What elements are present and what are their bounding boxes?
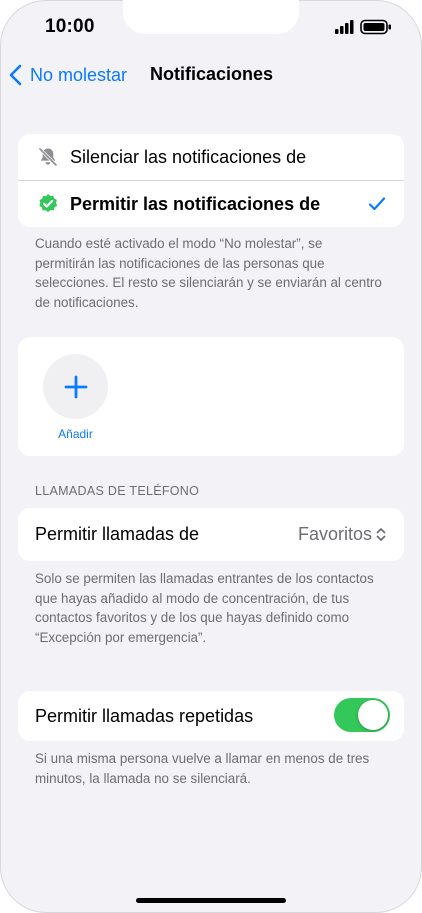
checkmark-icon — [368, 197, 386, 211]
phone-screen: 10:00 No molestar Notificaciones Silenci… — [0, 0, 422, 913]
status-time: 10:00 — [45, 16, 95, 37]
add-button-label: Añadir — [58, 427, 93, 441]
add-people-group: Añadir — [18, 337, 404, 456]
notch — [123, 0, 299, 34]
notifications-footnote: Cuando esté activado el modo “No molesta… — [35, 236, 382, 310]
cellular-signal-icon — [335, 20, 354, 34]
option-silence-notifications[interactable]: Silenciar las notificaciones de — [18, 134, 404, 180]
green-checkmark-seal-icon — [39, 194, 58, 212]
allow-calls-from-value: Favoritos — [297, 524, 372, 544]
option-allow-label: Permitir las notificaciones de — [70, 193, 321, 214]
calls-footnote: Solo se permiten las llamadas entrantes … — [35, 571, 374, 645]
repeated-calls-footnote: Si una misma persona vuelve a llamar en … — [35, 751, 370, 786]
plus-icon — [64, 375, 87, 398]
toggle-knob — [358, 700, 388, 730]
chevron-left-icon — [9, 64, 22, 86]
home-indicator[interactable] — [136, 898, 286, 903]
repeated-calls-toggle[interactable] — [334, 698, 390, 732]
option-silence-label: Silenciar las notificaciones de — [70, 146, 307, 167]
allow-calls-from-row[interactable]: Permitir llamadas de Favoritos — [18, 508, 404, 561]
status-icons — [335, 19, 395, 35]
allow-calls-from-label: Permitir llamadas de — [35, 524, 200, 544]
page-title: Notificaciones — [150, 64, 274, 84]
allow-calls-from-group: Permitir llamadas de Favoritos — [18, 508, 404, 561]
back-button[interactable]: No molestar — [8, 62, 127, 88]
calls-section-header: LLAMADAS DE TELÉFONO — [35, 484, 200, 498]
battery-icon — [360, 19, 391, 35]
repeated-calls-group: Permitir llamadas repetidas — [18, 691, 404, 741]
bell-slash-icon — [38, 147, 58, 167]
option-allow-notifications[interactable]: Permitir las notificaciones de — [18, 181, 404, 227]
repeated-calls-row: Permitir llamadas repetidas — [18, 691, 404, 741]
repeated-calls-label: Permitir llamadas repetidas — [35, 705, 254, 726]
notifications-options-group: Silenciar las notificaciones de Permitir… — [18, 134, 404, 227]
add-button[interactable] — [43, 354, 108, 419]
chevron-up-down-icon — [376, 528, 386, 541]
back-button-label: No molestar — [30, 64, 128, 85]
